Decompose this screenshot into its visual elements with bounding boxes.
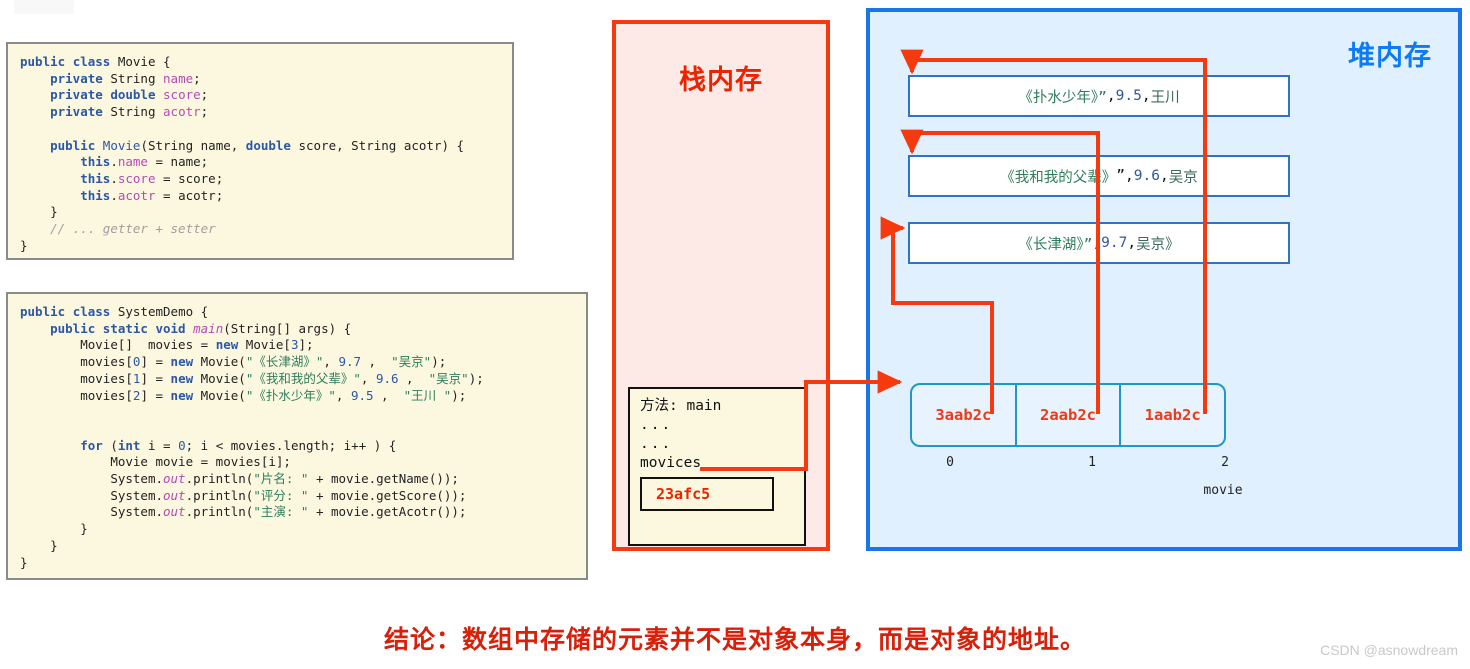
stack-frame-main: 方法: main ... ... movices 23afc5 bbox=[628, 387, 806, 546]
stack-frame-ellipsis-1: ... bbox=[640, 417, 673, 433]
code-line: movies[1] = new Movie("《我和我的父辈》", 9.6 , … bbox=[80, 370, 484, 386]
code-line: Movie movie = movies[i]; bbox=[110, 454, 291, 470]
code-line: } bbox=[20, 554, 28, 570]
code-line: public static void main(String[] args) { bbox=[50, 320, 352, 336]
code-block-movie-class: public class Movie { private String name… bbox=[6, 42, 514, 260]
heap-array: 3aab2c 2aab2c 1aab2c bbox=[910, 383, 1226, 447]
code-line: for (int i = 0; i < movies.length; i++ )… bbox=[80, 437, 397, 453]
array-cell-0: 3aab2c bbox=[912, 385, 1015, 445]
code-line: public class SystemDemo { bbox=[20, 304, 209, 319]
array-index-label-0: 0 bbox=[946, 455, 954, 470]
code-line: public Movie(String name, double score, … bbox=[50, 137, 465, 153]
code-line: movies[2] = new Movie("《扑水少年》", 9.5 , "王… bbox=[80, 387, 467, 403]
heap-object-sep: , bbox=[1106, 88, 1116, 104]
array-cell-2: 1aab2c bbox=[1119, 385, 1224, 445]
code-line: public class Movie { bbox=[20, 54, 171, 69]
heap-memory-title: 堆内存 bbox=[1348, 41, 1432, 72]
code-line: this.acotr = acotr; bbox=[80, 187, 224, 203]
heap-object-actor: 吴京》 bbox=[1136, 236, 1180, 253]
stack-frame-ellipsis-2: ... bbox=[640, 436, 673, 452]
heap-object-sep: , bbox=[1159, 168, 1169, 184]
code-line: System.out.println("主演: " + movie.getAco… bbox=[110, 504, 467, 520]
heap-object-sep: , bbox=[1141, 88, 1151, 104]
conclusion-text: 结论：数组中存储的元素并不是对象本身，而是对象的地址。 bbox=[383, 625, 1086, 654]
stack-memory-title: 栈内存 bbox=[679, 65, 763, 96]
heap-object-actor: 吴京 bbox=[1168, 169, 1198, 186]
code-line: this.score = score; bbox=[80, 170, 224, 186]
code-block-systemdemo-class: public class SystemDemo { public static … bbox=[6, 292, 588, 580]
code-line: movies[0] = new Movie("《长津湖》", 9.7 , "吴京… bbox=[80, 354, 447, 370]
code-line: } bbox=[20, 237, 28, 253]
heap-object-actor: 王川 bbox=[1150, 89, 1180, 106]
code-line: } bbox=[20, 537, 58, 553]
heap-object-score: 9.5 bbox=[1115, 88, 1142, 104]
stack-variable-name: movices bbox=[640, 455, 702, 471]
code-line: private double score; bbox=[50, 87, 209, 103]
heap-object-box: 《扑水少年》”, 9.5 , 王川 bbox=[908, 75, 1290, 117]
heap-object-score: 9.6 bbox=[1133, 168, 1160, 184]
array-cell-1: 2aab2c bbox=[1014, 385, 1120, 445]
code-line: Movie[] movies = new Movie[3]; bbox=[80, 337, 314, 353]
stack-variable-address-box: 23afc5 bbox=[640, 477, 774, 511]
code-line: this.name = name; bbox=[80, 154, 209, 170]
array-name-label: movie bbox=[1203, 483, 1243, 498]
stack-variable-address-value: 23afc5 bbox=[656, 484, 711, 503]
array-index-label-1: 1 bbox=[1088, 455, 1096, 470]
watermark: CSDN @asnowdream bbox=[1320, 642, 1458, 658]
code-line: private String name; bbox=[50, 70, 201, 86]
code-line: System.out.println("片名: " + movie.getNam… bbox=[110, 471, 459, 487]
scan-artifact bbox=[14, 0, 74, 14]
heap-object-sep: , bbox=[1092, 235, 1102, 251]
code-line: } bbox=[20, 204, 58, 220]
array-cell-value: 3aab2c bbox=[935, 406, 992, 424]
stack-frame-method-label: 方法: main bbox=[640, 398, 722, 414]
array-index-label-2: 2 bbox=[1221, 455, 1229, 470]
heap-object-sep: , bbox=[1127, 235, 1137, 251]
code-line: private String acotr; bbox=[50, 104, 209, 120]
array-cell-value: 2aab2c bbox=[1040, 406, 1096, 424]
heap-object-name: 《我和我的父辈》 bbox=[1000, 169, 1117, 186]
heap-object-sep: ”, bbox=[1116, 168, 1134, 184]
heap-object-box: 《我和我的父辈》 ”, 9.6 , 吴京 bbox=[908, 155, 1290, 197]
heap-object-name: 《扑水少年》” bbox=[1018, 89, 1107, 106]
code-line: System.out.println("评分: " + movie.getSco… bbox=[110, 487, 467, 503]
heap-object-name: 《长津湖》” bbox=[1018, 236, 1093, 253]
heap-object-score: 9.7 bbox=[1101, 235, 1128, 251]
code-line: // ... getter + setter bbox=[50, 221, 216, 237]
heap-object-box: 《长津湖》”, 9.7 , 吴京》 bbox=[908, 222, 1290, 264]
array-cell-value: 1aab2c bbox=[1144, 406, 1201, 424]
code-line: } bbox=[20, 521, 88, 537]
